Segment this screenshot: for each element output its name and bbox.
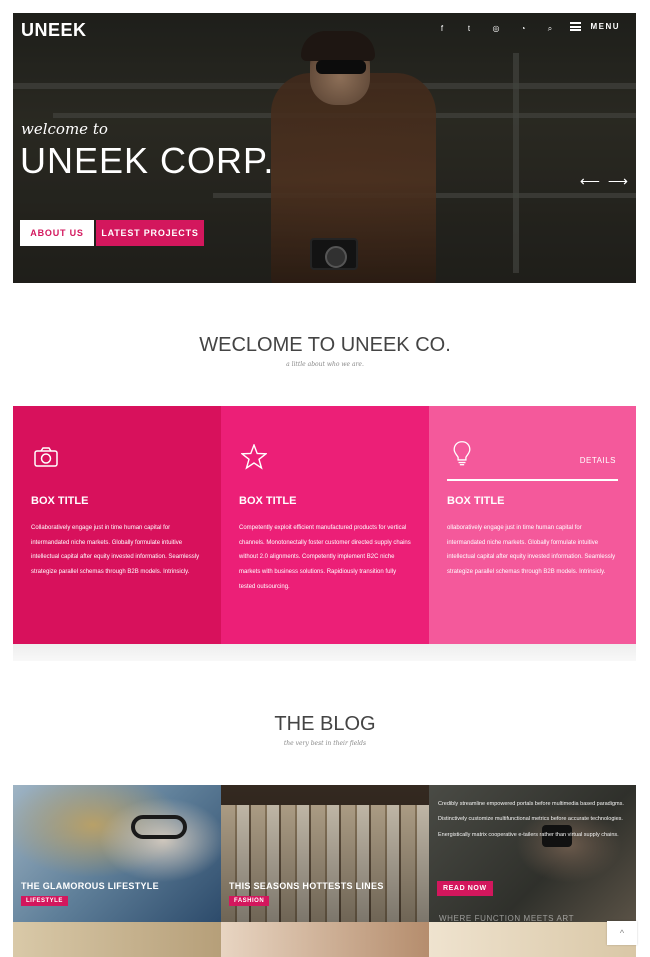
post-title[interactable]: THIS SEASONS HOTTESTS LINES <box>229 881 384 891</box>
blog-section-title: THE BLOG <box>274 713 376 735</box>
blog-section-subtitle: the very best in their fields <box>283 740 367 747</box>
lightbulb-icon <box>453 441 471 466</box>
post-excerpt: Credibly streamline empowered portals be… <box>438 801 624 838</box>
feature-box: BOX TITLE Competently exploit efficient … <box>221 406 429 644</box>
blog-post-card[interactable] <box>13 922 221 957</box>
box-title: BOX TITLE <box>31 495 89 507</box>
latest-projects-button[interactable]: LATEST PROJECTS <box>96 220 204 246</box>
back-to-top-button[interactable]: ^ <box>607 921 637 945</box>
slider-arrows: ⟵ ⟶ <box>580 173 628 190</box>
arrow-right-icon[interactable]: ⟶ <box>608 173 628 190</box>
box-text: ollaboratively engage just in time human… <box>447 525 616 576</box>
blog-grid: THE GLAMOROUS LIFESTYLE LIFESTYLE THIS S… <box>13 785 636 957</box>
menu-label: MENU <box>590 22 620 31</box>
blog-post-card[interactable] <box>221 922 429 957</box>
hero-welcome-script: welcome to <box>21 120 108 138</box>
post-title[interactable]: WHERE FUNCTION MEETS ART <box>439 914 574 922</box>
feature-box: BOX TITLE Collaboratively engage just in… <box>13 406 221 644</box>
details-link[interactable]: DETAILS <box>580 456 616 465</box>
camera-icon <box>34 447 58 467</box>
rss-icon[interactable]: ◔ <box>519 24 527 34</box>
arrow-left-icon[interactable]: ⟵ <box>580 173 600 190</box>
post-tag[interactable]: LIFESTYLE <box>21 896 68 906</box>
post-title[interactable]: THE GLAMOROUS LIFESTYLE <box>21 881 159 891</box>
blog-post-card[interactable] <box>429 922 636 957</box>
site-logo[interactable]: UNEEK <box>21 20 87 41</box>
hero-slider: UNEEK f t ◎ ◔ ⌕ MENU welcome to UNEEK CO… <box>13 13 636 283</box>
welcome-section-subtitle: a little about who we are. <box>286 361 364 368</box>
twitter-icon[interactable]: t <box>465 24 473 34</box>
eyeglasses-image <box>131 815 187 839</box>
read-now-button[interactable]: READ NOW <box>437 881 493 896</box>
box-title: BOX TITLE <box>447 495 505 507</box>
hamburger-icon <box>570 22 582 31</box>
blog-post-card[interactable]: THIS SEASONS HOTTESTS LINES FASHION <box>221 785 429 922</box>
section-divider <box>13 644 636 661</box>
blog-post-card[interactable]: Credibly streamline empowered portals be… <box>429 785 636 922</box>
about-us-button[interactable]: ABOUT US <box>20 220 94 246</box>
feature-box: DETAILS BOX TITLE ollaboratively engage … <box>429 406 636 644</box>
hero-title: UNEEK CORP. <box>20 140 275 181</box>
box-title: BOX TITLE <box>239 495 297 507</box>
feature-boxes: BOX TITLE Collaboratively engage just in… <box>13 406 636 644</box>
dribbble-icon[interactable]: ◎ <box>492 24 500 34</box>
search-icon[interactable]: ⌕ <box>546 24 554 34</box>
details-divider <box>447 479 618 481</box>
star-icon <box>241 444 267 470</box>
post-tag[interactable]: FASHION <box>229 896 270 906</box>
box-text: Collaboratively engage just in time huma… <box>31 525 200 576</box>
social-icons: f t ◎ ◔ ⌕ <box>438 24 554 34</box>
menu-button[interactable]: MENU <box>570 22 620 31</box>
facebook-icon[interactable]: f <box>438 24 446 34</box>
welcome-section-title: WECLOME TO UNEEK CO. <box>199 334 451 356</box>
blog-post-card[interactable]: THE GLAMOROUS LIFESTYLE LIFESTYLE <box>13 785 221 922</box>
box-text: Competently exploit efficient manufactur… <box>239 525 411 590</box>
